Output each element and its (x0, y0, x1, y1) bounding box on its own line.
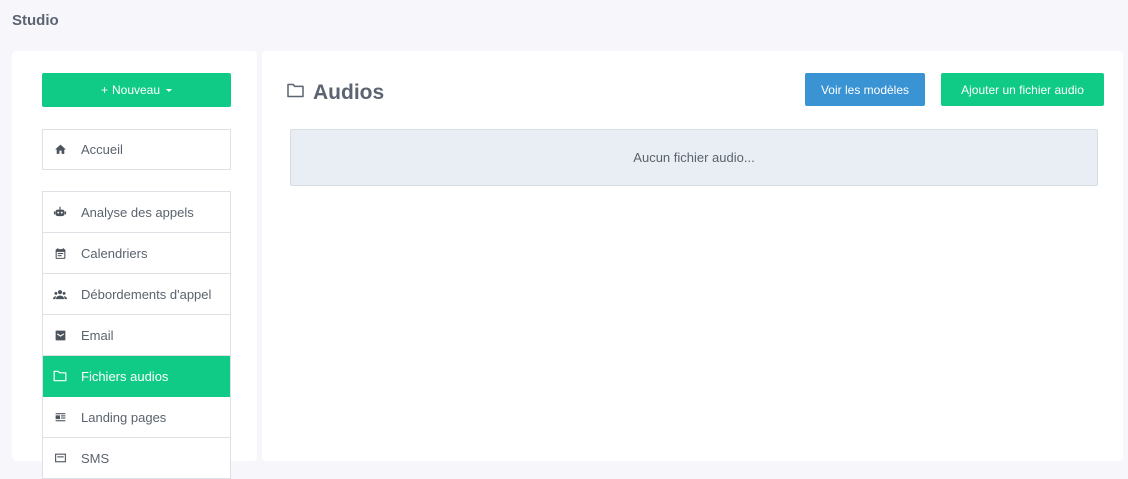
sidebar-item-email[interactable]: Email (43, 315, 230, 356)
article-icon (53, 410, 67, 424)
sidebar-item-label: Analyse des appels (81, 204, 194, 220)
main-header: Audios (286, 81, 384, 105)
page-title: Studio (12, 12, 59, 29)
mail-icon (53, 328, 67, 342)
plus-icon: + (100, 83, 108, 97)
view-models-button[interactable]: Voir les modèles (805, 73, 925, 106)
sidebar-item-label: Email (81, 327, 114, 343)
sidebar-item-label: Fichiers audios (81, 368, 169, 384)
home-icon (53, 143, 67, 157)
sidebar-item-home[interactable]: Accueil (43, 130, 230, 169)
main-title: Audios (313, 81, 385, 104)
sidebar-item-label: Débordements d'appel (81, 286, 212, 302)
sidebar-item-label: Calendriers (81, 245, 148, 261)
sidebar-item-call-overflow[interactable]: Débordements d'appel (43, 274, 230, 315)
calendar-icon (53, 246, 67, 260)
sidebar-item-landing-pages[interactable]: Landing pages (43, 397, 230, 438)
new-button-label: Nouveau (111, 83, 161, 97)
sidebar-item-audio-files[interactable]: Fichiers audios (43, 356, 230, 397)
nav-home-group: Accueil (42, 129, 231, 170)
add-audio-file-button[interactable]: Ajouter un fichier audio (941, 73, 1104, 106)
folder-icon (53, 369, 67, 383)
sidebar-nav: Analyse des appels Calendriers Débordeme… (42, 191, 231, 479)
sidebar-item-label: Accueil (81, 142, 123, 157)
people-icon (53, 287, 67, 301)
sidebar-item-label: SMS (81, 450, 110, 466)
sidebar: + Nouveau Accueil Analyse des appels Cal… (12, 51, 257, 479)
sidebar-item-calendars[interactable]: Calendriers (43, 233, 230, 274)
empty-state-message: Aucun fichier audio... (290, 129, 1098, 186)
sidebar-item-call-analysis[interactable]: Analyse des appels (43, 192, 230, 233)
folder-icon (286, 83, 305, 103)
main-panel: Audios Voir les modèles Ajouter un fichi… (262, 51, 1123, 461)
new-button[interactable]: + Nouveau (42, 73, 231, 107)
caret-down-icon (166, 88, 173, 92)
sidebar-item-sms[interactable]: SMS (43, 438, 230, 479)
sms-icon (53, 451, 67, 465)
robot-icon (53, 205, 67, 219)
sidebar-item-label: Landing pages (81, 409, 167, 425)
